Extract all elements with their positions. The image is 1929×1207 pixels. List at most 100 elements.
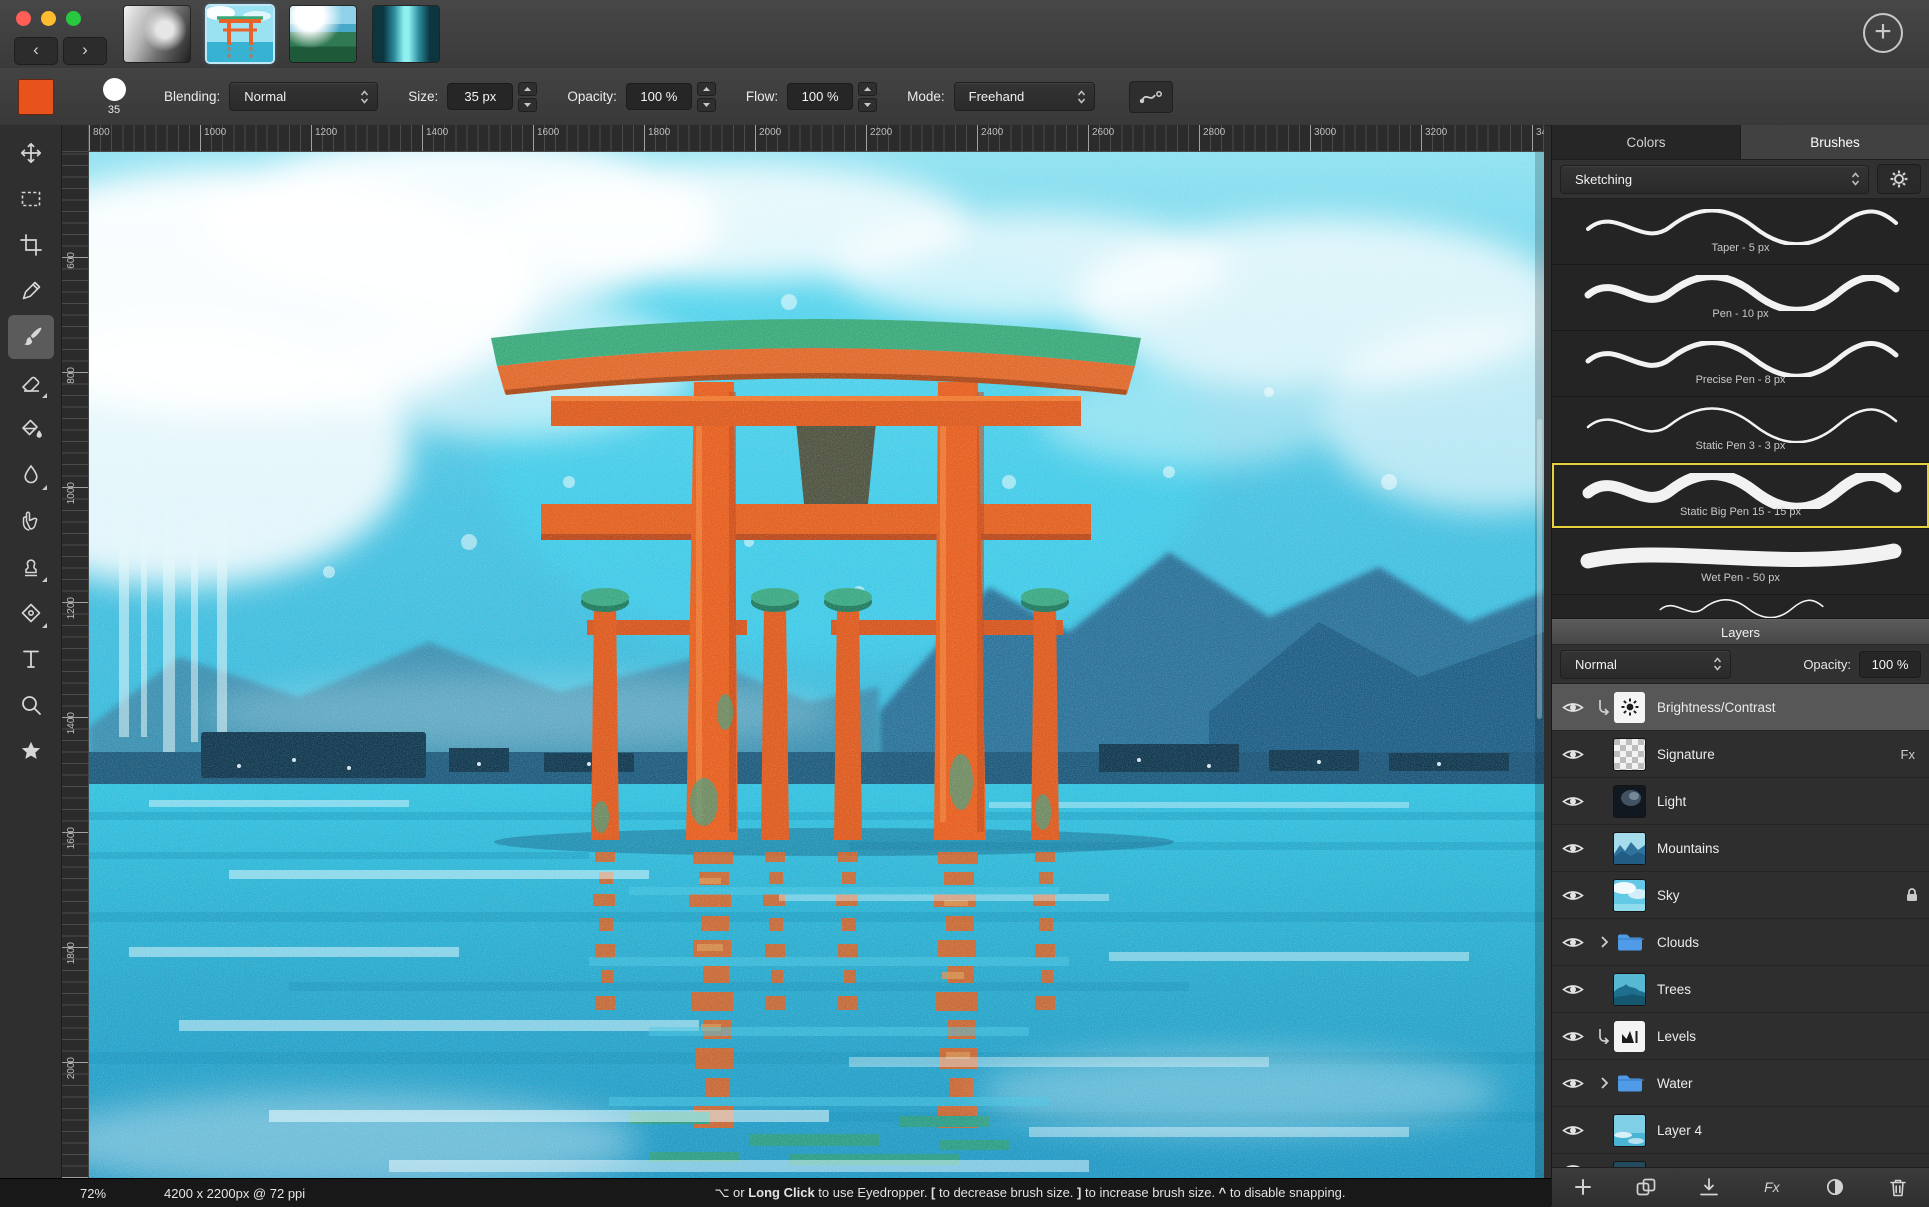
size-input[interactable]: 35 px (447, 83, 513, 110)
brush-item-taper[interactable]: Taper - 5 px (1552, 199, 1929, 265)
close-button[interactable] (16, 11, 31, 26)
ruler-label: 1400 (426, 127, 448, 138)
visibility-eye-icon[interactable] (1562, 1076, 1594, 1091)
pencil-tool[interactable] (8, 269, 54, 313)
minimize-button[interactable] (41, 11, 56, 26)
fx-badge[interactable]: Fx (1901, 747, 1915, 762)
updown-chevron-icon (1712, 655, 1723, 673)
tab-brushes[interactable]: Brushes (1741, 125, 1929, 159)
visibility-eye-icon[interactable] (1562, 841, 1594, 856)
fullscreen-button[interactable] (66, 11, 81, 26)
move-icon (19, 141, 43, 165)
brush-item-static-big-pen-15[interactable]: Static Big Pen 15 - 15 px (1552, 463, 1929, 529)
layer-thumbnail (1614, 786, 1645, 817)
brush-item-precise-pen[interactable]: Precise Pen - 8 px (1552, 331, 1929, 397)
visibility-eye-icon[interactable] (1562, 1123, 1594, 1138)
visibility-eye-icon[interactable] (1562, 794, 1594, 809)
favorites-tool[interactable] (8, 729, 54, 773)
visibility-eye-icon[interactable] (1562, 982, 1594, 997)
document-thumbnail-landscape[interactable] (290, 6, 356, 62)
move-tool[interactable] (8, 131, 54, 175)
layer-row-water[interactable]: Water (1552, 1060, 1929, 1107)
expand-chevron-icon[interactable] (1594, 936, 1614, 948)
opacity-step-down[interactable] (697, 98, 716, 112)
panel-tabs: Colors Brushes (1552, 125, 1929, 160)
visibility-eye-icon[interactable] (1562, 888, 1594, 903)
layer-row-levels[interactable]: Levels (1552, 1013, 1929, 1060)
zoom-level[interactable]: 72% (80, 1186, 106, 1201)
trash-icon (1889, 1178, 1907, 1197)
add-layer-button[interactable] (1562, 1172, 1604, 1202)
document-thumbnail-portrait[interactable] (124, 6, 190, 62)
document-thumbnail-waterfall[interactable] (373, 6, 439, 62)
layer-effects-button[interactable]: Fx (1751, 1172, 1793, 1202)
brush-category-dropdown[interactable]: Sketching (1560, 165, 1869, 194)
lock-icon[interactable] (1905, 887, 1919, 903)
star-icon (19, 739, 43, 763)
flood-fill-tool[interactable] (8, 407, 54, 451)
canvas[interactable] (89, 152, 1544, 1178)
size-step-up[interactable] (518, 82, 537, 96)
brush-item-wet-pen[interactable]: Wet Pen - 50 px (1552, 529, 1929, 595)
size-step-down[interactable] (518, 98, 537, 112)
back-button[interactable]: ‹ (14, 37, 58, 65)
brush-category-row: Sketching (1552, 160, 1929, 199)
adjustments-button[interactable] (1814, 1172, 1856, 1202)
blur-tool[interactable] (8, 453, 54, 497)
stabilizer-button[interactable] (1129, 81, 1173, 113)
flow-step-down[interactable] (858, 98, 877, 112)
import-content-button[interactable] (1688, 1172, 1730, 1202)
crop-tool[interactable] (8, 223, 54, 267)
group-squares-icon (1636, 1178, 1656, 1196)
vertical-ruler[interactable]: 600 800 1000 1200 1400 1600 1800 2000 (62, 152, 89, 1178)
layer-opacity-input[interactable]: 100 % (1859, 651, 1921, 678)
scrollbar-thumb[interactable] (1537, 419, 1542, 719)
mode-dropdown[interactable]: Freehand (954, 82, 1095, 111)
delete-layer-button[interactable] (1877, 1172, 1919, 1202)
brush-item-static-pen-3[interactable]: Static Pen 3 - 3 px (1552, 397, 1929, 463)
text-tool[interactable] (8, 637, 54, 681)
layer-row-mountains[interactable]: Mountains (1552, 825, 1929, 872)
layer-row-light[interactable]: Light (1552, 778, 1929, 825)
flow-input[interactable]: 100 % (787, 83, 853, 110)
document-thumbnail-torii-active[interactable] (207, 6, 273, 62)
blending-dropdown[interactable]: Normal (229, 82, 378, 111)
opacity-step-up[interactable] (697, 82, 716, 96)
visibility-eye-icon[interactable] (1562, 1029, 1594, 1044)
tools-panel (0, 125, 62, 1178)
horizontal-ruler[interactable]: 800 1000 1200 1400 1600 1800 2000 2200 2… (89, 125, 1544, 152)
layer-row-brightness-contrast[interactable]: Brightness/Contrast (1552, 684, 1929, 731)
brush-item-partial[interactable] (1552, 595, 1929, 619)
eraser-tool[interactable] (8, 361, 54, 405)
opacity-input[interactable]: 100 % (626, 83, 692, 110)
flow-step-up[interactable] (858, 82, 877, 96)
layer-row-trees[interactable]: Trees (1552, 966, 1929, 1013)
layer-blend-dropdown[interactable]: Normal (1560, 650, 1731, 679)
tab-colors[interactable]: Colors (1552, 125, 1741, 159)
new-document-button[interactable]: + (1863, 13, 1903, 53)
layer-row-layer-4[interactable]: Layer 4 (1552, 1107, 1929, 1154)
layer-row-clouds[interactable]: Clouds (1552, 919, 1929, 966)
clone-stamp-tool[interactable] (8, 545, 54, 589)
expand-chevron-icon[interactable] (1594, 1077, 1614, 1089)
layer-row-signature[interactable]: Signature Fx (1552, 731, 1929, 778)
zoom-tool[interactable] (8, 683, 54, 727)
brush-item-pen[interactable]: Pen - 10 px (1552, 265, 1929, 331)
brush-settings-button[interactable] (1877, 164, 1921, 194)
forward-button[interactable]: › (63, 37, 107, 65)
visibility-eye-icon[interactable] (1562, 700, 1594, 715)
paint-brush-tool[interactable] (8, 315, 54, 359)
marquee-select-tool[interactable] (8, 177, 54, 221)
smudge-tool[interactable] (8, 499, 54, 543)
pen-node-tool[interactable] (8, 591, 54, 635)
visibility-eye-icon[interactable] (1562, 747, 1594, 762)
ruler-label: 3400 (1536, 127, 1544, 138)
color-swatch[interactable] (18, 79, 54, 115)
add-group-button[interactable] (1625, 1172, 1667, 1202)
canvas-scrollbar[interactable] (1535, 152, 1544, 1178)
ruler-corner (62, 125, 89, 152)
layer-row-sky[interactable]: Sky (1552, 872, 1929, 919)
updown-chevron-icon (1076, 88, 1087, 106)
visibility-eye-icon[interactable] (1562, 935, 1594, 950)
brush-stroke-preview (1576, 341, 1906, 377)
